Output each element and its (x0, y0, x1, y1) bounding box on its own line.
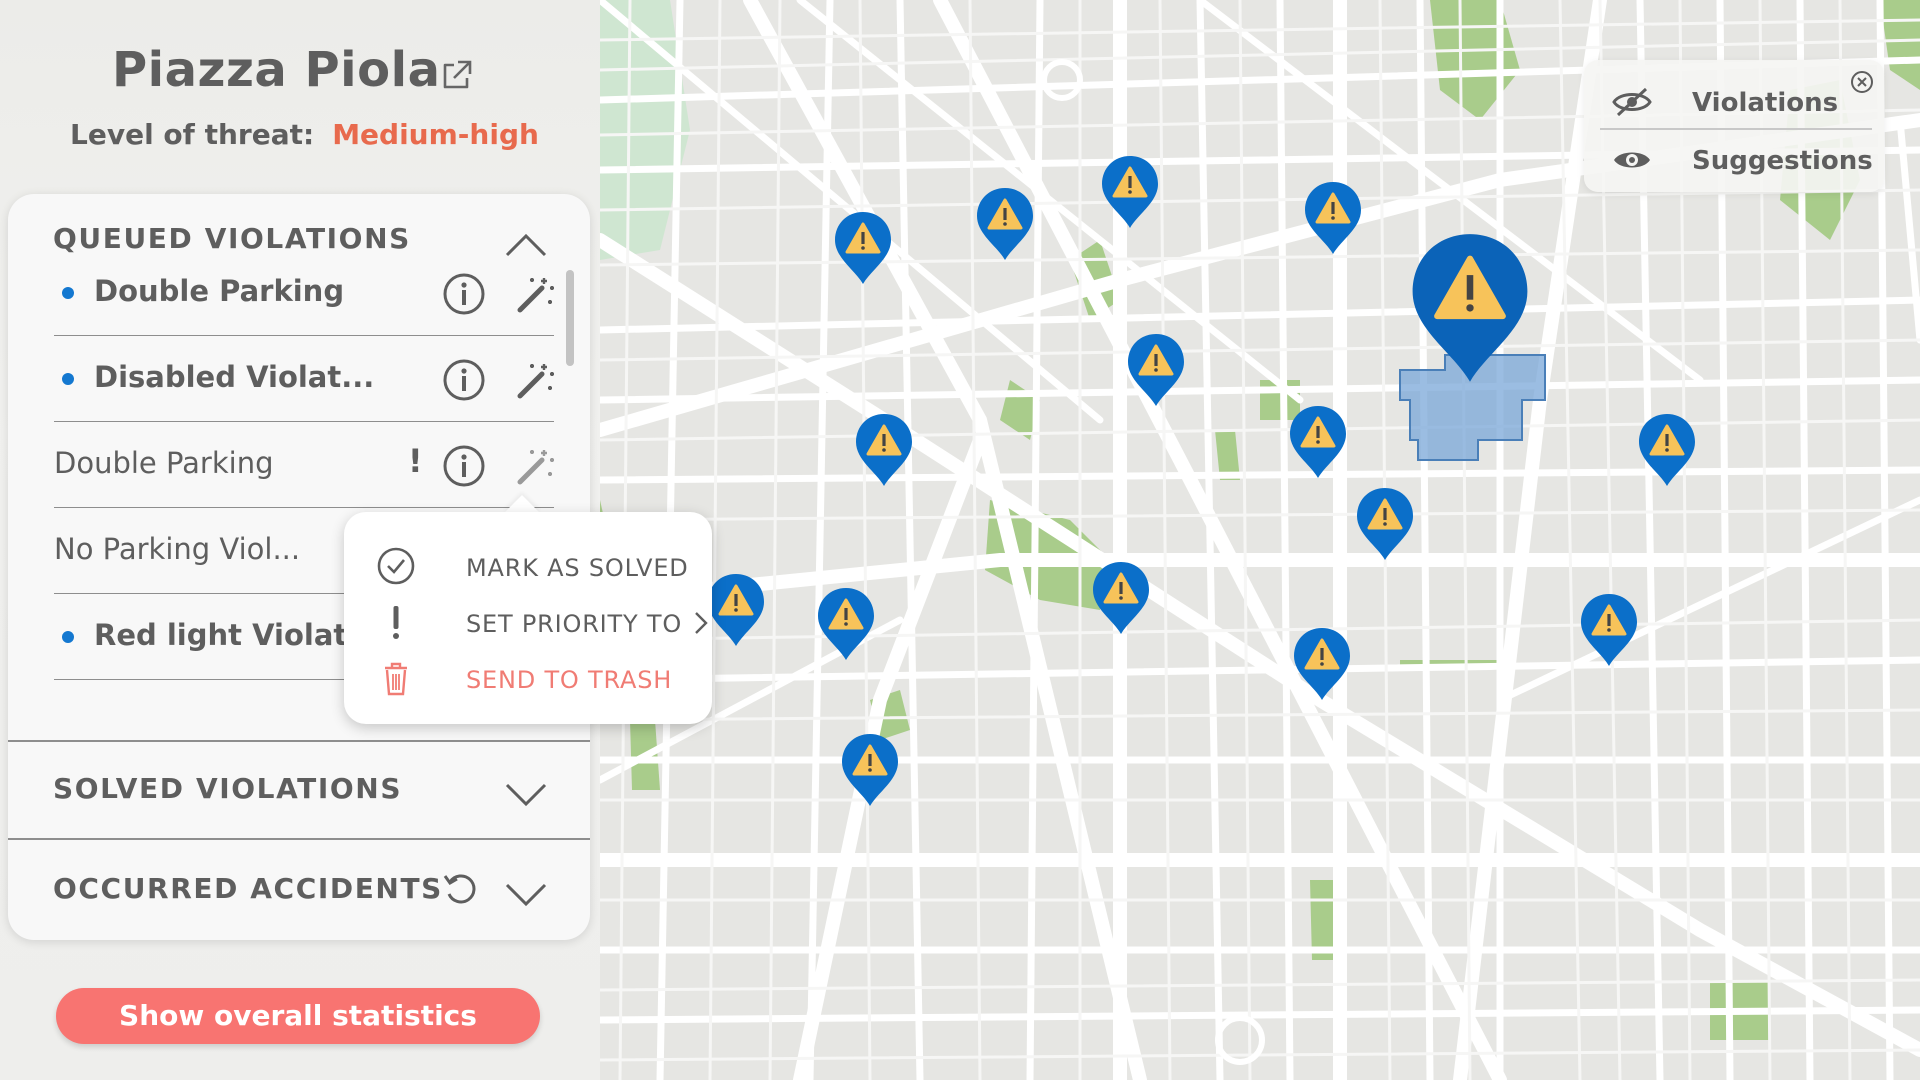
violation-row[interactable]: Disabled Violat... (54, 338, 554, 422)
layer-violations[interactable]: Violations (1612, 82, 1872, 126)
selected-warning-marker-icon[interactable] (1412, 234, 1528, 382)
unread-dot (62, 373, 74, 385)
exclamation-icon (393, 606, 399, 639)
info-icon[interactable] (442, 444, 486, 488)
queued-violations-header[interactable]: QUEUED VIOLATIONS (53, 222, 411, 255)
unread-dot (62, 287, 74, 299)
send-to-trash-item[interactable]: SEND TO TRASH (376, 658, 696, 698)
warning-marker-icon[interactable] (1100, 154, 1160, 230)
occurred-accidents-header[interactable]: OCCURRED ACCIDENTS (53, 872, 443, 905)
warning-marker-icon[interactable] (975, 186, 1035, 262)
warning-marker-icon[interactable] (840, 732, 900, 808)
warning-marker-icon[interactable] (1637, 412, 1697, 488)
magic-wand-icon[interactable] (514, 272, 558, 316)
send-to-trash-label: SEND TO TRASH (466, 666, 673, 694)
trash-icon (385, 662, 407, 696)
place-title: Piazza Piola (112, 42, 441, 98)
layer-suggestions-label: Suggestions (1692, 146, 1873, 176)
threat-level: Level of threat: Medium-high (70, 118, 539, 151)
chevron-down-icon[interactable] (504, 782, 548, 808)
magic-wand-icon[interactable] (514, 444, 558, 488)
warning-marker-icon[interactable] (1292, 626, 1352, 702)
magic-wand-icon[interactable] (514, 358, 558, 402)
violation-row[interactable]: Double Parking (54, 252, 554, 336)
violation-label: Double Parking (94, 274, 345, 308)
chevron-down-icon[interactable] (504, 882, 548, 908)
layer-suggestions[interactable]: Suggestions (1612, 140, 1873, 184)
mark-as-solved-label: MARK AS SOLVED (466, 554, 689, 582)
mark-as-solved-item[interactable]: MARK AS SOLVED (376, 546, 696, 586)
warning-marker-icon[interactable] (1288, 404, 1348, 480)
close-icon[interactable] (1850, 70, 1874, 94)
threat-value: Medium-high (332, 118, 539, 151)
eye-off-icon (1612, 87, 1652, 117)
layers-toggle-panel: Violations Suggestions (1584, 60, 1884, 192)
chevron-right-icon (695, 612, 708, 634)
warning-marker-icon[interactable] (1303, 180, 1363, 256)
check-circle-icon (377, 547, 415, 585)
info-icon[interactable] (442, 272, 486, 316)
warning-marker-icon[interactable] (1091, 560, 1151, 636)
threat-label: Level of threat: (70, 118, 315, 151)
warning-marker-icon[interactable] (1579, 592, 1639, 668)
warning-marker-icon[interactable] (816, 586, 876, 662)
warning-marker-icon[interactable] (706, 572, 766, 648)
set-priority-label: SET PRIORITY TO (466, 610, 683, 638)
warning-marker-icon[interactable] (854, 412, 914, 488)
list-scrollbar[interactable] (566, 270, 574, 366)
set-priority-item[interactable]: SET PRIORITY TO (376, 602, 708, 642)
unread-dot (62, 631, 74, 643)
violation-label: Disabled Violat... (94, 360, 375, 394)
warning-marker-icon[interactable] (1126, 332, 1186, 408)
violation-label: Double Parking (54, 446, 274, 480)
show-statistics-button[interactable]: Show overall statistics (56, 988, 540, 1044)
eye-icon (1614, 152, 1650, 168)
violation-label: No Parking Viol... (54, 532, 301, 566)
warning-marker-icon[interactable] (1355, 486, 1415, 562)
layer-violations-label: Violations (1692, 88, 1839, 118)
context-menu: MARK AS SOLVED SET PRIORITY TO SEND TO T… (344, 512, 712, 724)
solved-violations-header[interactable]: SOLVED VIOLATIONS (53, 772, 402, 805)
violation-label: Red light Violat... (94, 618, 381, 652)
priority-mark: ! (408, 442, 423, 480)
info-icon[interactable] (442, 358, 486, 402)
refresh-icon[interactable] (442, 870, 480, 908)
external-link-icon[interactable] (440, 58, 474, 92)
warning-marker-icon[interactable] (833, 210, 893, 286)
violation-row[interactable]: Double Parking ! (54, 424, 554, 508)
